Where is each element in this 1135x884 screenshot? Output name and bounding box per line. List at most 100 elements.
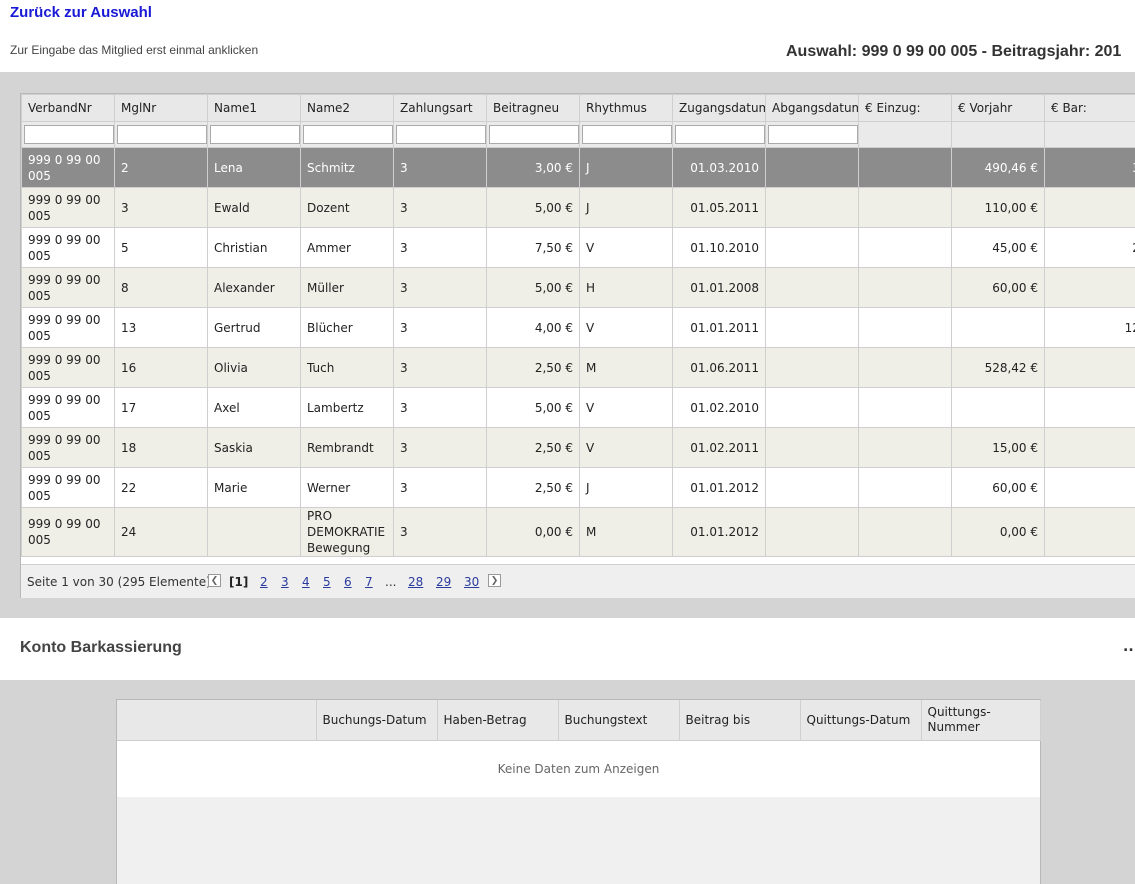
page-link-5[interactable]: 5 <box>323 575 331 589</box>
cell-name2: Tuch <box>300 347 394 388</box>
table-row[interactable]: 999 0 99 00 005 17 Axel Lambertz 3 5,00 € V 01.… <box>21 387 1135 428</box>
cell-name2: Rembrandt <box>300 427 394 468</box>
cell-beitragneu: 2,50 € <box>486 347 580 388</box>
page-header: Zurück zur Auswahl Zur Eingabe das Mitgl… <box>0 0 1135 72</box>
cell-eur-einzug <box>858 387 952 428</box>
cell-verbandnr: 999 0 99 00 005 <box>21 347 115 388</box>
page-link-3[interactable]: 3 <box>281 575 289 589</box>
cell-rhythmus: V <box>579 427 673 468</box>
column-header-eur-einzug[interactable]: € Einzug: <box>858 94 952 122</box>
cell-verbandnr: 999 0 99 00 005 <box>21 307 115 348</box>
cell-name2: Schmitz <box>300 147 394 188</box>
cell-name2: Müller <box>300 267 394 308</box>
members-header-row: VerbandNr MglNr Name1 Name2 Zahlungsart Beitr… <box>21 94 1135 122</box>
filter-input-mglnr[interactable] <box>117 125 207 144</box>
cell-eur-bar: 36,00 € <box>1044 147 1135 188</box>
konto-column-buchungs-datum[interactable]: Buchungs-Datum <box>315 700 438 741</box>
column-header-mglnr[interactable]: MglNr <box>114 94 208 122</box>
cell-name2: Blücher <box>300 307 394 348</box>
konto-more-button[interactable]: ... <box>1123 639 1135 655</box>
cell-name1: Saskia <box>207 427 301 468</box>
members-table: VerbandNr MglNr Name1 Name2 Zahlungsart Beitr… <box>21 94 1135 557</box>
cell-eur-einzug <box>858 507 952 557</box>
filter-input-abgangsdatum[interactable] <box>768 125 858 144</box>
cell-eur-bar <box>1044 267 1135 308</box>
cell-zugangsdatum: 01.01.2008 <box>672 267 766 308</box>
column-header-zugangsdatum[interactable]: Zugangsdatum <box>672 94 766 122</box>
column-header-eur-vorjahr[interactable]: € Vorjahr <box>951 94 1045 122</box>
cell-beitragneu: 5,00 € <box>486 267 580 308</box>
column-header-abgangsdatum[interactable]: Abgangsdatum <box>765 94 859 122</box>
filter-input-name2[interactable] <box>303 125 393 144</box>
column-header-name2[interactable]: Name2 <box>300 94 394 122</box>
cell-abgangsdatum <box>765 267 859 308</box>
table-row[interactable]: 999 0 99 00 005 16 Olivia Tuch 3 2,50 € M 01.06… <box>21 347 1135 388</box>
table-row[interactable]: 999 0 99 00 005 5 Christian Ammer 3 7,50 € V 01… <box>21 227 1135 268</box>
cell-eur-einzug <box>858 227 952 268</box>
cell-eur-bar: 6,00 € <box>1044 187 1135 228</box>
filter-input-rhythmus[interactable] <box>582 125 672 144</box>
cell-verbandnr: 999 0 99 00 005 <box>21 147 115 188</box>
cell-beitragneu: 5,00 € <box>486 387 580 428</box>
filter-cell <box>114 121 208 148</box>
chevron-left-icon[interactable]: ❮ <box>208 574 221 587</box>
table-row[interactable]: 999 0 99 00 005 2 Lena Schmitz 3 3,00 € J 01.03… <box>21 147 1135 188</box>
cell-eur-vorjahr: 0,00 € <box>951 507 1045 557</box>
page-link-28[interactable]: 28 <box>408 575 423 589</box>
konto-column-quittungs-nummer[interactable]: Quittungs-Nummer <box>920 700 1041 741</box>
cell-abgangsdatum <box>765 227 859 268</box>
konto-column-beitrag-bis[interactable]: Beitrag bis <box>678 700 801 741</box>
konto-column-quittungs-datum[interactable]: Quittungs-Datum <box>799 700 922 741</box>
cell-name1: Lena <box>207 147 301 188</box>
cell-eur-bar <box>1044 427 1135 468</box>
filter-input-verbandnr[interactable] <box>24 125 114 144</box>
cell-zugangsdatum: 01.01.2012 <box>672 467 766 508</box>
table-row[interactable]: 999 0 99 00 005 13 Gertrud Blücher 3 4,00 € V 0… <box>21 307 1135 348</box>
table-row[interactable]: 999 0 99 00 005 24 PRO DEMOKRATIE Bewegung… <box>21 507 1135 557</box>
page-link-29[interactable]: 29 <box>436 575 451 589</box>
table-row[interactable]: 999 0 99 00 005 8 Alexander Müller 3 5,00 € H 0… <box>21 267 1135 308</box>
back-to-selection-link[interactable]: Zurück zur Auswahl <box>10 4 152 21</box>
column-header-rhythmus[interactable]: Rhythmus <box>579 94 673 122</box>
cell-abgangsdatum <box>765 187 859 228</box>
filter-input-beitragneu[interactable] <box>489 125 579 144</box>
filter-cell <box>765 121 859 148</box>
cell-beitragneu: 2,50 € <box>486 427 580 468</box>
cell-eur-einzug <box>858 187 952 228</box>
page-link-30[interactable]: 30 <box>464 575 479 589</box>
column-header-beitragneu[interactable]: Beitragneu <box>486 94 580 122</box>
filter-cell <box>672 121 766 148</box>
filter-input-zahlungsart[interactable] <box>396 125 486 144</box>
column-header-name1[interactable]: Name1 <box>207 94 301 122</box>
page-link-6[interactable]: 6 <box>344 575 352 589</box>
chevron-right-icon[interactable]: ❯ <box>488 574 501 587</box>
cell-name2: Ammer <box>300 227 394 268</box>
cell-eur-vorjahr: 15,00 € <box>951 427 1045 468</box>
filter-input-zugangsdatum[interactable] <box>675 125 765 144</box>
cell-name1: Marie <box>207 467 301 508</box>
cell-eur-bar <box>1044 387 1135 428</box>
konto-column-buchungstext[interactable]: Buchungstext <box>557 700 680 741</box>
konto-column-haben-betrag[interactable]: Haben-Betrag <box>436 700 559 741</box>
column-header-verbandnr[interactable]: VerbandNr <box>21 94 115 122</box>
konto-column-blank[interactable] <box>117 700 317 741</box>
table-row[interactable]: 999 0 99 00 005 18 Saskia Rembrandt 3 2,50 € V… <box>21 427 1135 468</box>
cell-name1: Christian <box>207 227 301 268</box>
table-row[interactable]: 999 0 99 00 005 3 Ewald Dozent 3 5,00 € J 01.05… <box>21 187 1135 228</box>
page-link-2[interactable]: 2 <box>260 575 268 589</box>
page-link-4[interactable]: 4 <box>302 575 310 589</box>
cell-eur-einzug <box>858 467 952 508</box>
page-link-7[interactable]: 7 <box>365 575 373 589</box>
cell-mglnr: 13 <box>114 307 208 348</box>
filter-cell <box>207 121 301 148</box>
cell-eur-vorjahr: 490,46 € <box>951 147 1045 188</box>
cell-mglnr: 24 <box>114 507 208 557</box>
cell-beitragneu: 7,50 € <box>486 227 580 268</box>
cell-rhythmus: H <box>579 267 673 308</box>
konto-table: Buchungs-Datum Haben-Betrag Buchungstext Be… <box>117 700 1041 741</box>
filter-input-name1[interactable] <box>210 125 300 144</box>
cell-zahlungsart: 3 <box>393 427 487 468</box>
table-row[interactable]: 999 0 99 00 005 22 Marie Werner 3 2,50 € J 01.0… <box>21 467 1135 508</box>
column-header-eur-bar[interactable]: € Bar: <box>1044 94 1135 122</box>
column-header-zahlungsart[interactable]: Zahlungsart <box>393 94 487 122</box>
